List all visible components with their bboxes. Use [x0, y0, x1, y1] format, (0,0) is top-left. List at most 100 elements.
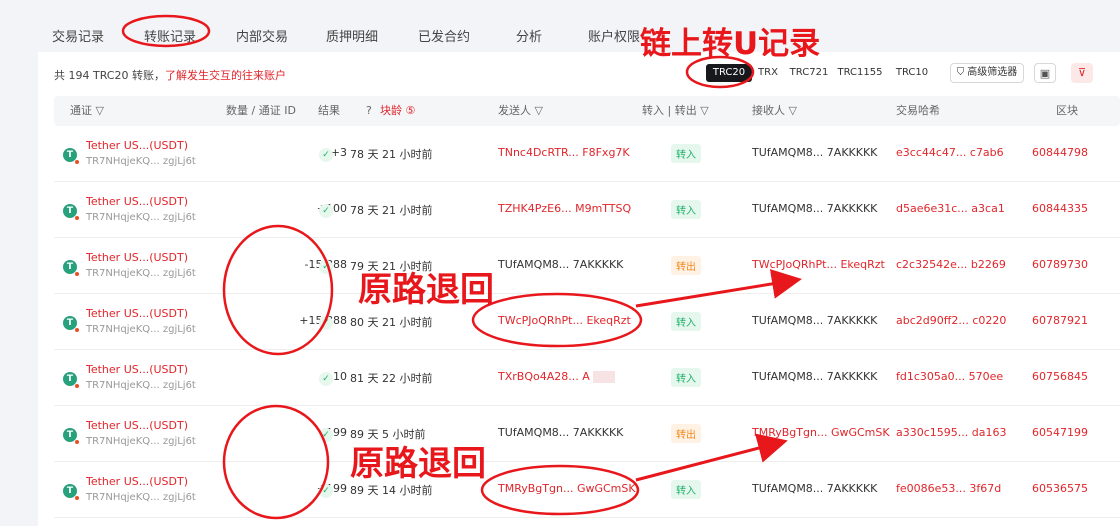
table-row: T Tether US...(USDT) TR7NHqjeKQ... zgjLj6t… — [54, 182, 1120, 238]
token-contract[interactable]: TR7NHqjeKQ... zgjLj6t — [86, 436, 196, 447]
col-to[interactable]: 接收人 ▽ — [752, 96, 797, 126]
tx-hash[interactable]: fd1c305a0... 570ee — [896, 370, 1003, 383]
standard-1[interactable]: TRX — [754, 64, 782, 82]
token-name[interactable]: Tether US...(USDT) — [86, 419, 188, 432]
direction-badge: 转入 — [671, 368, 701, 387]
from-address[interactable]: TXrBQo4A28... A — [498, 370, 615, 383]
col-age[interactable]: 块龄 ⑤ — [380, 96, 415, 126]
tab-4[interactable]: 已发合约 — [418, 26, 470, 45]
token-name[interactable]: Tether US...(USDT) — [86, 139, 188, 152]
tron-badge-icon — [74, 159, 80, 165]
token-contract[interactable]: TR7NHqjeKQ... zgjLj6t — [86, 268, 196, 279]
clear-filter-icon: ⊽ — [1077, 66, 1087, 79]
token-name[interactable]: Tether US...(USDT) — [86, 307, 188, 320]
tx-hash[interactable]: fe0086e53... 3f67d — [896, 482, 1001, 495]
age: 78 天 21 小时前 — [350, 204, 433, 217]
clear-filter-button[interactable]: ⊽ — [1071, 63, 1093, 83]
to-address: TUfAMQM8... 7AKKKKK — [752, 202, 878, 215]
direction-badge: 转入 — [671, 312, 701, 331]
col-direction[interactable]: 转入 | 转出 ▽ — [642, 96, 709, 126]
standard-2[interactable]: TRC721 — [788, 64, 830, 82]
tx-hash[interactable]: abc2d90ff2... c0220 — [896, 314, 1006, 327]
direction-badge: 转出 — [671, 424, 701, 443]
age: 81 天 22 小时前 — [350, 372, 433, 385]
direction-badge: 转入 — [671, 144, 701, 163]
transfer-summary: 共 194 TRC20 转账，了解发生交互的往来账户 — [54, 67, 286, 83]
col-token[interactable]: 通证 ▽ — [70, 96, 104, 126]
token-contract[interactable]: TR7NHqjeKQ... zgjLj6t — [86, 492, 196, 503]
tx-hash[interactable]: e3cc44c47... c7ab6 — [896, 146, 1004, 159]
block-number[interactable]: 60789730 — [1032, 258, 1088, 271]
check-icon: ✓ — [319, 484, 333, 498]
tab-5[interactable]: 分析 — [516, 26, 542, 45]
amount: +3 — [330, 146, 347, 159]
standard-4[interactable]: TRC10 — [894, 64, 930, 82]
to-address[interactable]: TWcPJoQRhPt... EkeqRzt — [752, 258, 885, 271]
calendar-icon: ▣ — [1039, 67, 1051, 80]
block-number[interactable]: 60844335 — [1032, 202, 1088, 215]
tab-3[interactable]: 质押明细 — [326, 26, 378, 45]
tron-badge-icon — [74, 439, 80, 445]
token-name[interactable]: Tether US...(USDT) — [86, 363, 188, 376]
tron-badge-icon — [74, 215, 80, 221]
tron-badge-icon — [74, 495, 80, 501]
col-age-toggle-icon[interactable]: ? — [366, 96, 372, 126]
to-address: TUfAMQM8... 7AKKKKK — [752, 314, 878, 327]
token-name[interactable]: Tether US...(USDT) — [86, 195, 188, 208]
table-row: T Tether US...(USDT) TR7NHqjeKQ... zgjLj6t… — [54, 462, 1120, 518]
tx-hash[interactable]: a330c1595... da163 — [896, 426, 1006, 439]
annotation-refund-1: 原路退回 — [358, 270, 494, 310]
table-row: T Tether US...(USDT) TR7NHqjeKQ... zgjLj6t… — [54, 406, 1120, 462]
direction-badge: 转入 — [671, 200, 701, 219]
block-number[interactable]: 60844798 — [1032, 146, 1088, 159]
tron-badge-icon — [74, 271, 80, 277]
tab-2[interactable]: 内部交易 — [236, 26, 288, 45]
advanced-filter-button[interactable]: ⛉ 高级筛选器 — [950, 63, 1024, 83]
from-address[interactable]: TZHK4PzE6... M9mTTSQ — [498, 202, 631, 215]
block-number[interactable]: 60536575 — [1032, 482, 1088, 495]
tron-badge-icon — [74, 383, 80, 389]
token-contract[interactable]: TR7NHqjeKQ... zgjLj6t — [86, 156, 196, 167]
check-icon: ✓ — [319, 372, 333, 386]
token-name[interactable]: Tether US...(USDT) — [86, 475, 188, 488]
token-name[interactable]: Tether US...(USDT) — [86, 251, 188, 264]
table-row: T Tether US...(USDT) TR7NHqjeKQ... zgjLj6t… — [54, 350, 1120, 406]
tx-hash[interactable]: d5ae6e31c... a3ca1 — [896, 202, 1005, 215]
from-address[interactable]: TWcPJoQRhPt... EkeqRzt — [498, 314, 631, 327]
standard-0[interactable]: TRC20 — [706, 64, 752, 82]
direction-badge: 转出 — [671, 256, 701, 275]
interacting-accounts-link[interactable]: 了解发生交互的往来账户 — [165, 69, 286, 82]
token-contract[interactable]: TR7NHqjeKQ... zgjLj6t — [86, 212, 196, 223]
to-address[interactable]: TMRyBgTgn... GwGCmSK — [752, 426, 890, 439]
direction-badge: 转入 — [671, 480, 701, 499]
from-address: TUfAMQM8... 7AKKKKK — [498, 258, 624, 271]
from-address[interactable]: TNnc4DcRTR... F8Fxg7K — [498, 146, 630, 159]
tx-hash[interactable]: c2c32542e... b2269 — [896, 258, 1006, 271]
tron-badge-icon — [74, 327, 80, 333]
tab-1[interactable]: 转账记录 — [144, 26, 196, 45]
tab-0[interactable]: 交易记录 — [52, 26, 104, 45]
token-contract[interactable]: TR7NHqjeKQ... zgjLj6t — [86, 324, 196, 335]
table-row: T Tether US...(USDT) TR7NHqjeKQ... zgjLj6t… — [54, 294, 1120, 350]
calendar-button[interactable]: ▣ — [1034, 63, 1056, 83]
tab-bar: 交易记录 转账记录 内部交易 质押明细 已发合约 分析 账户权限 — [0, 0, 1120, 52]
redaction-mark — [592, 371, 615, 383]
age: 80 天 21 小时前 — [350, 316, 433, 329]
filter-funnel-icon: ⛉ — [956, 67, 965, 78]
tab-6[interactable]: 账户权限 — [588, 26, 640, 45]
to-address: TUfAMQM8... 7AKKKKK — [752, 370, 878, 383]
check-icon: ✓ — [319, 204, 333, 218]
to-address: TUfAMQM8... 7AKKKKK — [752, 146, 878, 159]
col-from[interactable]: 发送人 ▽ — [498, 96, 543, 126]
block-number[interactable]: 60787921 — [1032, 314, 1088, 327]
table-header: 通证 ▽ 数量 / 通证 ID 结果 ? 块龄 ⑤ 发送人 ▽ 转入 | 转出 … — [54, 96, 1120, 126]
from-address[interactable]: TMRyBgTgn... GwGCmSK — [498, 482, 636, 495]
annotation-title: 链上转U记录 — [640, 26, 821, 62]
block-number[interactable]: 60547199 — [1032, 426, 1088, 439]
table-row: T Tether US...(USDT) TR7NHqjeKQ... zgjLj6t… — [54, 238, 1120, 294]
annotation-refund-2: 原路退回 — [350, 444, 486, 484]
token-contract[interactable]: TR7NHqjeKQ... zgjLj6t — [86, 380, 196, 391]
to-address: TUfAMQM8... 7AKKKKK — [752, 482, 878, 495]
standard-3[interactable]: TRC1155 — [836, 64, 884, 82]
block-number[interactable]: 60756845 — [1032, 370, 1088, 383]
